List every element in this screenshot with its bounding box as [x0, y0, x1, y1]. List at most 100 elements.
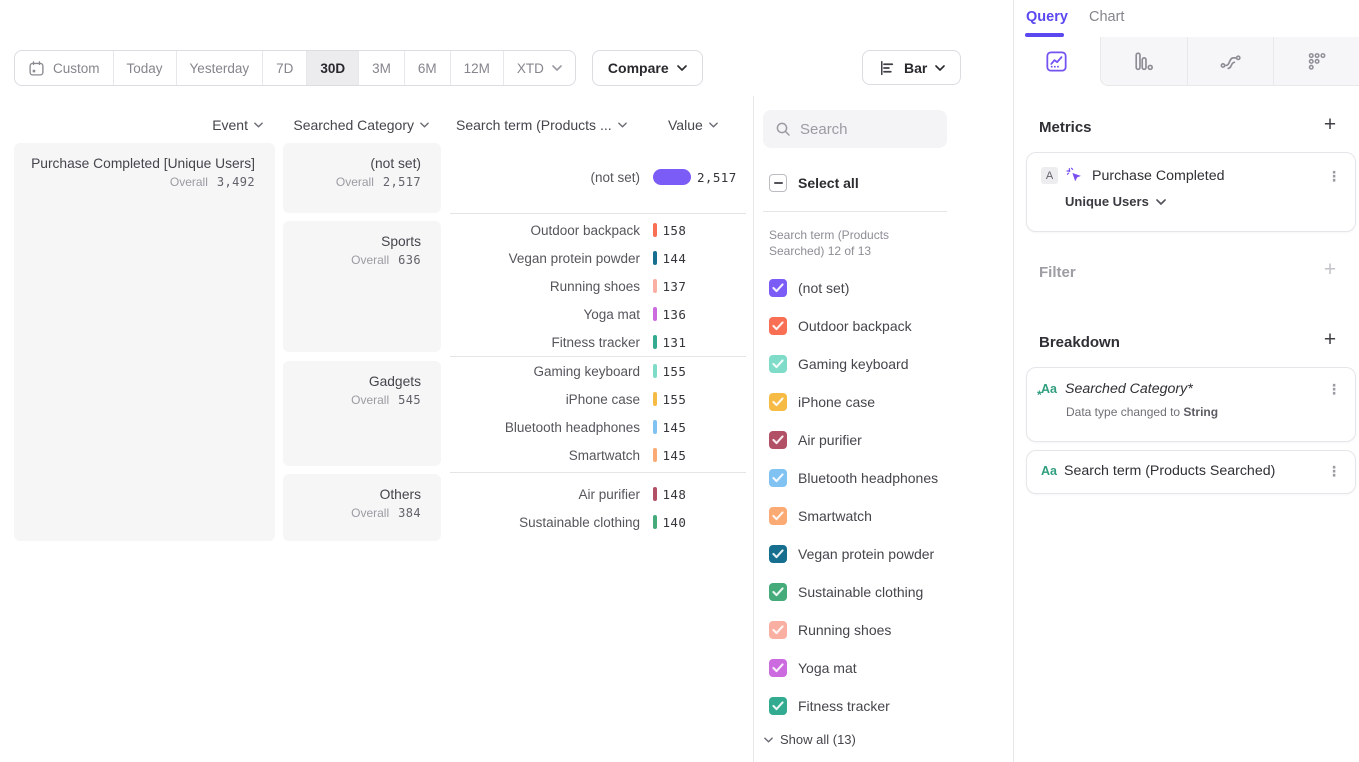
term-row: Smartwatch145 [450, 444, 750, 466]
breakdown-note: Data type changed to String [1027, 405, 1355, 419]
column-header-search-term[interactable]: Search term (Products ... [456, 115, 627, 135]
event-click-sparkle-icon [1066, 167, 1083, 184]
category-name: Gadgets [291, 374, 421, 389]
calendar-icon [28, 60, 45, 77]
value-bar [653, 169, 691, 185]
term-label: (not set) [450, 170, 640, 185]
view-tab-funnels[interactable] [1100, 37, 1187, 86]
value-bar [653, 251, 657, 265]
column-header-value[interactable]: Value [668, 115, 718, 135]
series-checkbox[interactable] [769, 659, 787, 677]
legend-panel: Select all Search term (Products Searche… [753, 96, 1013, 762]
chart-type-select[interactable]: Bar [862, 50, 961, 85]
term-row: Bluetooth headphones145 [450, 416, 750, 438]
series-checkbox[interactable] [769, 279, 787, 297]
series-checkbox[interactable] [769, 545, 787, 563]
check-icon [772, 283, 784, 293]
legend-item[interactable]: Gaming keyboard [769, 354, 938, 374]
add-filter-button[interactable]: + [1319, 259, 1341, 281]
metric-card[interactable]: A Purchase Completed ⋮ Unique Users [1026, 152, 1356, 232]
series-checkbox[interactable] [769, 317, 787, 335]
date-range-7d[interactable]: 7D [262, 51, 306, 85]
date-range-today[interactable]: Today [113, 51, 176, 85]
legend-item[interactable]: Outdoor backpack [769, 316, 938, 336]
legend-item-label: (not set) [798, 280, 849, 296]
show-all-button[interactable]: Show all (13) [764, 732, 856, 747]
column-header-searched-category[interactable]: Searched Category [283, 115, 441, 135]
legend-item[interactable]: Bluetooth headphones [769, 468, 938, 488]
compare-label: Compare [608, 60, 669, 76]
breakdown-kebab-menu[interactable]: ⋮ [1327, 464, 1341, 478]
insights-report-page: CustomTodayYesterday7D30D3M6M12MXTD Comp… [0, 0, 1359, 762]
category-name: (not set) [291, 156, 421, 171]
legend-item[interactable]: (not set) [769, 278, 938, 298]
series-checkbox[interactable] [769, 583, 787, 601]
date-range-yesterday[interactable]: Yesterday [176, 51, 263, 85]
series-checkbox[interactable] [769, 621, 787, 639]
legend-search-input[interactable] [800, 121, 930, 138]
date-range-12m[interactable]: 12M [450, 51, 503, 85]
legend-item[interactable]: Smartwatch [769, 506, 938, 526]
value-bar [653, 364, 657, 378]
category-cell: (not set)Overall2,517 [283, 143, 441, 213]
chevron-down-icon [709, 122, 718, 128]
legend-item[interactable]: Yoga mat [769, 658, 938, 678]
series-checkbox[interactable] [769, 469, 787, 487]
value-bar [653, 335, 657, 349]
legend-item[interactable]: Air purifier [769, 430, 938, 450]
view-type-strip [1014, 37, 1359, 86]
check-icon [772, 321, 784, 331]
date-range-3m[interactable]: 3M [358, 51, 404, 85]
legend-search[interactable] [763, 110, 947, 148]
date-range-30d[interactable]: 30D [306, 51, 358, 85]
metric-kebab-menu[interactable]: ⋮ [1327, 169, 1341, 183]
term-row: Sustainable clothing140 [450, 511, 750, 533]
series-checkbox[interactable] [769, 507, 787, 525]
column-header-search-term-label: Search term (Products ... [456, 117, 612, 133]
overall-value: 636 [398, 253, 421, 267]
chevron-down-icon [420, 122, 429, 128]
term-label: Fitness tracker [450, 335, 640, 350]
breakdown-kebab-menu[interactable]: ⋮ [1327, 382, 1341, 396]
tab-chart[interactable]: Chart [1089, 9, 1124, 25]
series-checkbox[interactable] [769, 431, 787, 449]
term-label: Bluetooth headphones [450, 420, 640, 435]
overall-label: Overall [351, 506, 389, 520]
add-metric-button[interactable]: + [1319, 114, 1341, 136]
view-tab-insights[interactable] [1014, 37, 1100, 86]
view-tab-retention[interactable] [1273, 37, 1359, 86]
add-breakdown-button[interactable]: + [1319, 329, 1341, 351]
select-all-row[interactable]: Select all [769, 174, 859, 192]
tab-query[interactable]: Query [1026, 9, 1068, 25]
compare-button[interactable]: Compare [592, 50, 703, 86]
date-range-custom[interactable]: Custom [15, 51, 113, 85]
view-tab-flows[interactable] [1187, 37, 1274, 86]
select-all-checkbox[interactable] [769, 174, 787, 192]
overall-label: Overall [351, 253, 389, 267]
breakdown-card-searched-category[interactable]: Aa* Searched Category* ⋮ Data type chang… [1026, 367, 1356, 442]
breakdown-card-search-term[interactable]: Aa Search term (Products Searched) ⋮ [1026, 450, 1356, 494]
legend-item[interactable]: Vegan protein powder [769, 544, 938, 564]
legend-item-label: Outdoor backpack [798, 318, 912, 334]
date-range-6m[interactable]: 6M [404, 51, 450, 85]
legend-item[interactable]: Fitness tracker [769, 696, 938, 716]
series-checkbox[interactable] [769, 355, 787, 373]
series-checkbox[interactable] [769, 697, 787, 715]
date-range-xtd[interactable]: XTD [503, 51, 575, 85]
aggregation-label: Unique Users [1065, 194, 1149, 209]
aggregation-select[interactable]: Unique Users [1027, 194, 1355, 209]
legend-item-label: Sustainable clothing [798, 584, 923, 600]
breakdown-name: Search term (Products Searched) [1064, 463, 1275, 479]
term-row: Yoga mat136 [450, 303, 750, 325]
term-value: 136 [663, 307, 687, 322]
legend-item[interactable]: iPhone case [769, 392, 938, 412]
legend-item[interactable]: Running shoes [769, 620, 938, 640]
series-checkbox[interactable] [769, 393, 787, 411]
term-label: Smartwatch [450, 448, 640, 463]
event-name: Purchase Completed [Unique Users] [22, 156, 255, 171]
value-bar [653, 448, 657, 462]
column-header-event[interactable]: Event [14, 115, 275, 135]
date-range-toolbar: CustomTodayYesterday7D30D3M6M12MXTD Comp… [14, 50, 703, 86]
term-label: Sustainable clothing [450, 515, 640, 530]
legend-item[interactable]: Sustainable clothing [769, 582, 938, 602]
